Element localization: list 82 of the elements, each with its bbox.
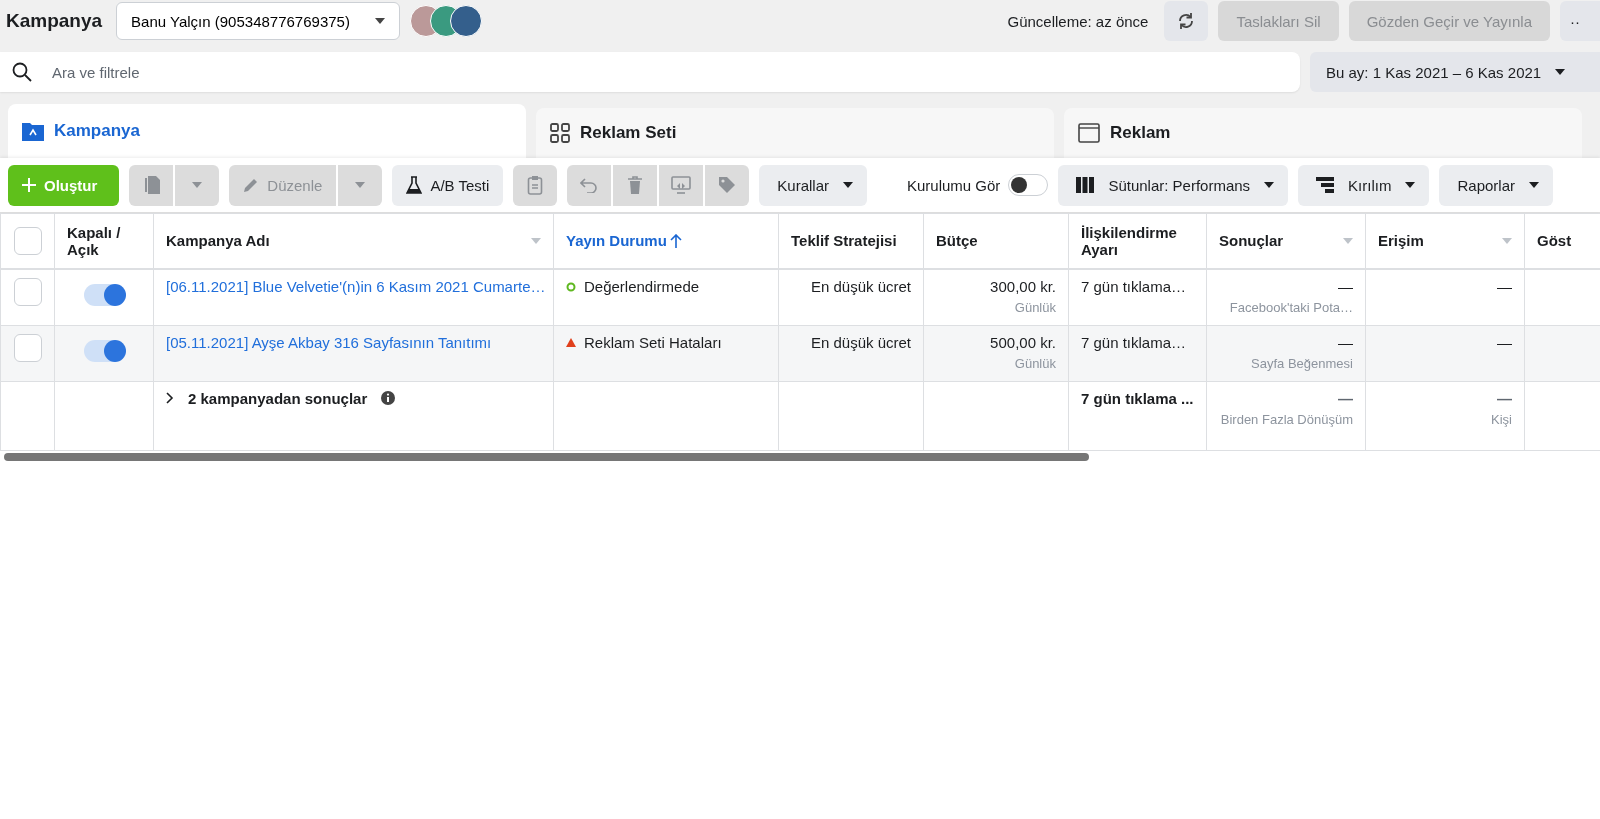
table-cell: 7 gün tıklama… <box>1081 278 1187 295</box>
account-dropdown[interactable]: Banu Yalçın (905348776769375) <box>116 2 401 40</box>
scrollbar-thumb[interactable] <box>4 452 1089 461</box>
plus-icon <box>22 178 36 192</box>
chevron-right-icon <box>166 392 174 404</box>
column-header: Kapalı / Açık <box>67 223 122 259</box>
table-cell: 500,00 kr. <box>990 333 1056 351</box>
tab[interactable]: Kampanya <box>8 104 526 158</box>
caret-icon <box>1555 69 1566 75</box>
table-cell: 7 gün tıklama… <box>1081 333 1187 351</box>
caret-icon <box>355 182 366 188</box>
search-icon <box>12 62 32 82</box>
row-checkbox[interactable] <box>13 333 42 362</box>
caret-icon <box>1264 182 1275 188</box>
table-cell-text: Facebook'taki Pota… <box>1228 300 1353 315</box>
dropdown-button[interactable]: Kırılım <box>1298 164 1430 206</box>
column-header[interactable]: Sonuçlar <box>1219 232 1284 250</box>
caret-icon <box>375 18 386 24</box>
dropdown-button[interactable]: Sütunlar: Performans <box>1058 164 1289 206</box>
column-header: Teklif Stratejisi <box>791 232 897 250</box>
toggle-label: Kurulumu Gör <box>907 176 1001 194</box>
table-cell: Birden Fazla Dönüşüm <box>1219 411 1353 427</box>
column-header[interactable]: Kampanya Adı <box>166 232 270 250</box>
refresh-icon <box>1177 12 1196 30</box>
table-cell-text: Sayfa Beğenmesi <box>1250 355 1353 371</box>
tab[interactable]: Reklam Seti <box>536 108 1054 158</box>
flask-icon <box>406 176 423 194</box>
caret-icon <box>1529 182 1539 188</box>
folder-icon <box>22 121 44 141</box>
table-cell-text: Günlük <box>1013 300 1056 315</box>
tag-icon <box>718 176 737 194</box>
info-icon <box>381 391 396 405</box>
date-range-dropdown[interactable]: Bu ay: 1 Kas 2021 – 6 Kas 2021 <box>1310 52 1600 92</box>
table-cell-text: — <box>1496 389 1512 407</box>
dropdown-button[interactable]: Kurallar <box>759 164 867 206</box>
table-cell: 7 gün tıklama ... <box>1081 389 1194 407</box>
caret-icon <box>843 182 853 188</box>
search-field[interactable]: Ara ve filtrele <box>0 52 1300 92</box>
columns-icon <box>1076 177 1095 193</box>
update-status: Güncelleme: az önce <box>1007 12 1149 30</box>
swap-icon <box>671 176 692 194</box>
photo-placeholder <box>450 5 483 37</box>
status-text: Değerlendirmede <box>584 278 700 295</box>
column-header[interactable]: Yayın Durumu <box>566 232 667 250</box>
toggle-switch[interactable] <box>84 339 124 362</box>
table-cell-text: Kişi <box>1490 411 1512 427</box>
status-text: Reklam Seti Hataları <box>584 333 722 351</box>
table-cell: 300,00 kr. <box>990 278 1056 295</box>
pencil-icon <box>243 177 260 193</box>
table-cell: En düşük ücret <box>810 278 911 295</box>
ab-test-button[interactable]: A/B Testi <box>392 164 504 206</box>
caret-icon <box>1405 182 1416 188</box>
table-cell: — <box>1338 333 1353 351</box>
breakdown-icon <box>1316 177 1335 193</box>
total-label: 2 kampanyadan sonuçlar <box>188 389 368 407</box>
column-header: Bütçe <box>936 232 978 250</box>
table-cell-text: Günlük <box>1013 355 1056 371</box>
page-title: Kampanya <box>6 10 103 32</box>
undo-icon <box>580 177 599 193</box>
dropdown-button[interactable]: Raporlar <box>1439 164 1553 206</box>
trash-icon <box>627 176 644 194</box>
table-cell: — <box>1497 278 1512 295</box>
toggle-switch[interactable] <box>1008 174 1049 196</box>
window-icon <box>1078 123 1100 143</box>
clipboard-icon <box>527 175 544 195</box>
table-cell: En düşük ücret <box>810 333 911 351</box>
copy-icon <box>142 175 161 195</box>
column-header[interactable]: Erişim <box>1378 232 1424 250</box>
search-input[interactable]: Ara ve filtrele <box>50 62 1300 82</box>
table-cell-text: — <box>1337 389 1353 407</box>
select-all-checkbox[interactable] <box>13 227 42 255</box>
toggle-switch[interactable] <box>84 284 124 306</box>
caret-icon <box>192 182 203 188</box>
refresh-button[interactable] <box>1164 1 1209 41</box>
grid-icon <box>550 123 570 143</box>
tab[interactable]: Reklam <box>1064 108 1582 158</box>
more-button[interactable]: ·· <box>1560 1 1600 41</box>
column-header: Göst <box>1537 232 1572 250</box>
table-cell: — <box>1497 333 1512 351</box>
row-checkbox[interactable] <box>13 278 42 306</box>
table-cell: — <box>1338 278 1353 295</box>
column-header: İlişkilendirme Ayarı <box>1081 223 1178 259</box>
